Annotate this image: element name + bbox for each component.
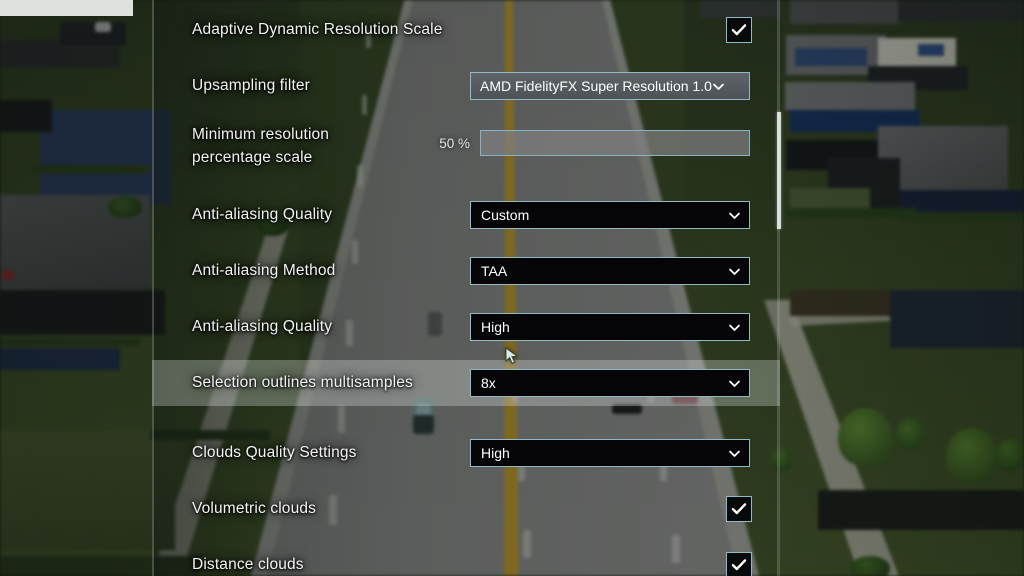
dropdown-anti-aliasing-quality[interactable]: High: [470, 313, 750, 341]
chevron-down-icon[interactable]: [711, 79, 726, 94]
slider-value-label: 50 %: [439, 135, 470, 151]
setting-label-clouds-quality-settings: Clouds Quality Settings: [192, 443, 357, 461]
chevron-down-icon[interactable]: [727, 446, 742, 461]
dropdown-value-anti-aliasing-quality-top: Custom: [481, 207, 530, 223]
settings-row-upsampling-filter[interactable]: Upsampling filter AMD FidelityFX Super Re…: [152, 63, 780, 109]
slider-minimum-resolution-percentage-scale[interactable]: 50 %: [428, 129, 750, 157]
checkbox-distance-clouds[interactable]: [726, 552, 752, 576]
setting-label-adaptive-dynamic-resolution-scale: Adaptive Dynamic Resolution Scale: [192, 20, 443, 38]
check-icon: [730, 500, 748, 518]
chevron-down-icon[interactable]: [727, 208, 742, 223]
panel-left-edge-divider: [152, 0, 154, 576]
settings-row-anti-aliasing-quality-top[interactable]: Anti-aliasing Quality Custom: [152, 192, 780, 238]
dropdown-clouds-quality-settings[interactable]: High: [470, 439, 750, 467]
chevron-down-icon[interactable]: [727, 320, 742, 335]
settings-row-anti-aliasing-quality[interactable]: Anti-aliasing Quality High: [152, 304, 780, 350]
setting-label-anti-aliasing-method: Anti-aliasing Method: [192, 261, 336, 279]
settings-row-anti-aliasing-method[interactable]: Anti-aliasing Method TAA: [152, 248, 780, 294]
settings-row-volumetric-clouds[interactable]: Volumetric clouds: [152, 486, 780, 532]
dropdown-value-upsampling-filter: AMD FidelityFX Super Resolution 1.0: [480, 78, 712, 94]
scrollbar-thumb[interactable]: [777, 112, 781, 229]
dropdown-selection-outlines-multisamples[interactable]: 8x: [470, 369, 750, 397]
dropdown-anti-aliasing-quality-top[interactable]: Custom: [470, 201, 750, 229]
settings-row-clouds-quality-settings[interactable]: Clouds Quality Settings High: [152, 430, 780, 476]
dropdown-value-clouds-quality-settings: High: [481, 445, 510, 461]
top-left-panel-fragment[interactable]: [0, 0, 133, 16]
graphics-settings-panel: Adaptive Dynamic Resolution Scale Upsampl…: [152, 0, 780, 576]
checkbox-volumetric-clouds[interactable]: [726, 496, 752, 522]
check-icon: [730, 556, 748, 574]
setting-label-selection-outlines-multisamples: Selection outlines multisamples: [192, 373, 413, 391]
chevron-down-icon[interactable]: [727, 264, 742, 279]
setting-label-anti-aliasing-quality-top: Anti-aliasing Quality: [192, 205, 333, 223]
chevron-down-icon[interactable]: [727, 376, 742, 391]
setting-label-volumetric-clouds: Volumetric clouds: [192, 499, 317, 517]
dropdown-upsampling-filter[interactable]: AMD FidelityFX Super Resolution 1.0: [470, 72, 750, 100]
settings-row-selection-outlines-multisamples[interactable]: Selection outlines multisamples 8x: [152, 360, 780, 406]
settings-row-distance-clouds[interactable]: Distance clouds: [152, 542, 780, 576]
dropdown-value-selection-outlines-multisamples: 8x: [481, 375, 496, 391]
setting-label-anti-aliasing-quality: Anti-aliasing Quality: [192, 317, 333, 335]
scrollbar-track[interactable]: [777, 0, 780, 576]
setting-label-upsampling-filter: Upsampling filter: [192, 76, 310, 94]
setting-label-minimum-resolution-percentage-scale: Minimum resolution percentage scale: [192, 126, 330, 166]
settings-row-adaptive-dynamic-resolution-scale[interactable]: Adaptive Dynamic Resolution Scale: [152, 7, 780, 53]
dropdown-value-anti-aliasing-quality: High: [481, 319, 510, 335]
dropdown-anti-aliasing-method[interactable]: TAA: [470, 257, 750, 285]
slider-track[interactable]: [480, 130, 750, 156]
check-icon: [730, 21, 748, 39]
arrow-cursor-icon: [505, 347, 519, 365]
settings-row-minimum-resolution-percentage-scale[interactable]: Minimum resolution percentage scale 50 %: [152, 120, 780, 166]
setting-label-distance-clouds: Distance clouds: [192, 555, 304, 573]
checkbox-adaptive-dynamic-resolution-scale[interactable]: [726, 17, 752, 43]
dropdown-value-anti-aliasing-method: TAA: [481, 263, 508, 279]
